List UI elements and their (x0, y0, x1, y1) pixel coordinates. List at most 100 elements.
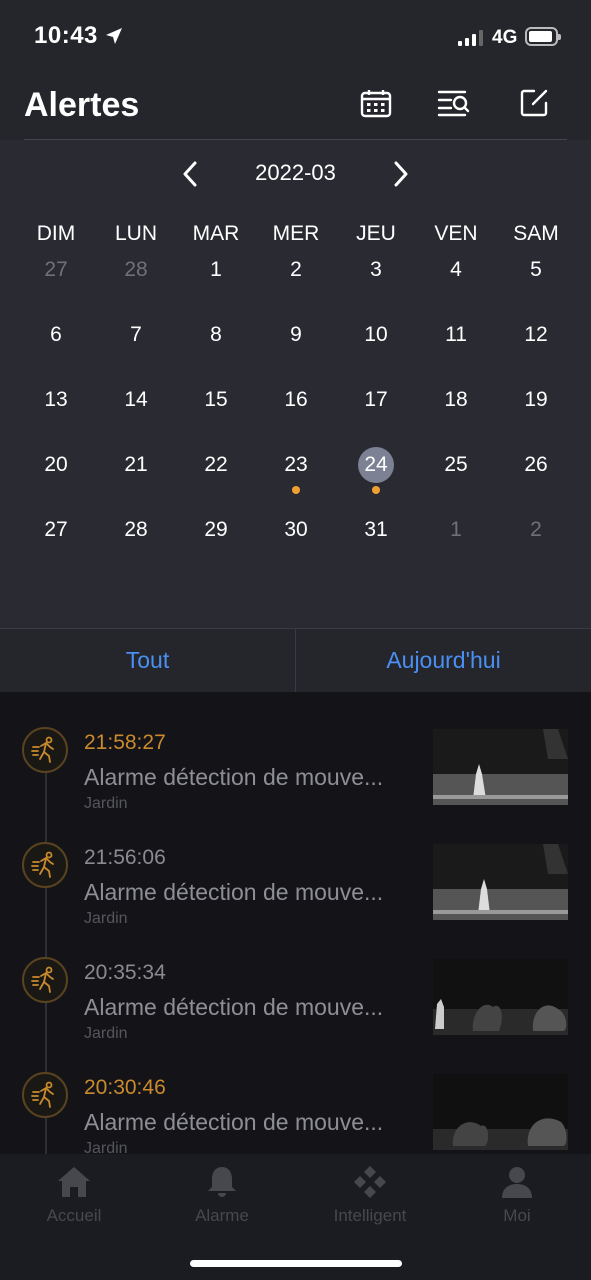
alert-thumbnail[interactable] (433, 1074, 568, 1150)
alert-thumbnail[interactable] (433, 959, 568, 1035)
day-number: 12 (524, 323, 548, 346)
calendar-day[interactable]: 18 (416, 378, 496, 443)
alert-thumbnail[interactable] (433, 729, 568, 805)
day-number: 9 (290, 323, 302, 346)
calendar-day[interactable]: 28 (96, 508, 176, 573)
motion-detection-icon (22, 842, 68, 888)
home-indicator (190, 1260, 402, 1267)
tab-label: Intelligent (333, 1206, 407, 1225)
calendar-day[interactable]: 2 (496, 508, 576, 573)
motion-detection-icon (22, 1072, 68, 1118)
all-filter-button[interactable]: Tout (0, 629, 296, 692)
day-number: 10 (364, 323, 388, 346)
person-icon (502, 1167, 532, 1198)
alert-dot-indicator (372, 486, 380, 494)
month-label: 2022-03 (255, 160, 336, 185)
calendar-day[interactable]: 13 (16, 378, 96, 443)
calendar-day[interactable]: 22 (176, 443, 256, 508)
calendar-button[interactable] (359, 86, 393, 120)
alert-description: Alarme détection de mouve... (84, 994, 384, 1020)
calendar-day[interactable]: 7 (96, 313, 176, 378)
calendar-day[interactable]: 4 (416, 248, 496, 313)
calendar-day[interactable]: 5 (496, 248, 576, 313)
day-number: 15 (204, 388, 228, 411)
day-number: 22 (204, 453, 228, 476)
calendar-day[interactable]: 25 (416, 443, 496, 508)
calendar-day[interactable]: 1 (416, 508, 496, 573)
day-number: 28 (124, 518, 148, 541)
day-number: 2 (290, 258, 302, 281)
next-month-button[interactable] (386, 158, 416, 190)
calendar-day[interactable]: 8 (176, 313, 256, 378)
day-number: 13 (44, 388, 68, 411)
calendar-day[interactable]: 19 (496, 378, 576, 443)
alert-description: Alarme détection de mouve... (84, 1109, 384, 1135)
tab-accueil[interactable]: Accueil (0, 1164, 148, 1226)
motion-detection-icon (22, 727, 68, 773)
calendar-day[interactable]: 1 (176, 248, 256, 313)
day-number: 6 (50, 323, 62, 346)
tab-alarme[interactable]: Alarme (148, 1164, 296, 1226)
calendar-day[interactable]: 6 (16, 313, 96, 378)
weekday-label: LUN (114, 222, 157, 245)
alert-item[interactable]: 20:30:46 Alarme détection de mouve... Ja… (0, 1037, 591, 1154)
header: Alertes (0, 70, 591, 140)
calendar-day[interactable]: 14 (96, 378, 176, 443)
home-icon (58, 1167, 90, 1197)
calendar-day[interactable]: 27 (16, 248, 96, 313)
alert-item[interactable]: 21:58:27 Alarme détection de mouve... Ja… (0, 692, 591, 812)
day-number: 1 (450, 518, 462, 541)
alert-item[interactable]: 20:35:34 Alarme détection de mouve... Ja… (0, 922, 591, 1042)
edit-button[interactable] (517, 86, 551, 120)
alert-time: 20:35:34 (84, 961, 166, 984)
list-search-icon (437, 90, 470, 117)
day-number: 8 (210, 323, 222, 346)
chevron-right-icon (394, 161, 408, 187)
day-number: 3 (370, 258, 382, 281)
day-number: 31 (364, 518, 388, 541)
day-number: 21 (124, 453, 148, 476)
today-filter-button[interactable]: Aujourd'hui (296, 629, 591, 692)
motion-detection-icon (22, 957, 68, 1003)
calendar-day[interactable]: 20 (16, 443, 96, 508)
alert-list[interactable]: 21:58:27 Alarme détection de mouve... Ja… (0, 692, 591, 1154)
weekday-label: JEU (356, 222, 396, 245)
calendar-day[interactable]: 10 (336, 313, 416, 378)
calendar-day[interactable]: 31 (336, 508, 416, 573)
calendar-day[interactable]: 15 (176, 378, 256, 443)
calendar-day[interactable]: 29 (176, 508, 256, 573)
weekday-label: MER (272, 222, 320, 245)
tab-label: Accueil (46, 1206, 102, 1225)
calendar-day[interactable]: 21 (96, 443, 176, 508)
calendar-day[interactable]: 26 (496, 443, 576, 508)
calendar-day[interactable]: 3 (336, 248, 416, 313)
tab-intelligent[interactable]: Intelligent (296, 1164, 444, 1226)
filter-bar: Tout Aujourd'hui (0, 628, 591, 692)
day-number: 2 (530, 518, 542, 541)
calendar-day[interactable]: 12 (496, 313, 576, 378)
calendar-day[interactable]: 11 (416, 313, 496, 378)
weekday-label: VEN (434, 222, 478, 245)
calendar-day[interactable]: 9 (256, 313, 336, 378)
calendar-day[interactable]: 16 (256, 378, 336, 443)
tab-moi[interactable]: Moi (443, 1164, 591, 1226)
location-arrow-icon (106, 28, 122, 44)
calendar-day-selected[interactable]: 24 (336, 443, 416, 508)
calendar-day[interactable]: 28 (96, 248, 176, 313)
alert-thumbnail[interactable] (433, 844, 568, 920)
calendar-day[interactable]: 30 (256, 508, 336, 573)
filter-search-button[interactable] (437, 86, 471, 120)
weekday-label: MAR (192, 222, 240, 245)
calendar-day[interactable]: 2 (256, 248, 336, 313)
alert-item[interactable]: 21:56:06 Alarme détection de mouve... Ja… (0, 807, 591, 927)
calendar-day[interactable]: 27 (16, 508, 96, 573)
day-number: 19 (524, 388, 548, 411)
day-number: 4 (450, 258, 462, 281)
calendar-day[interactable]: 23 (256, 443, 336, 508)
weekday-label: SAM (513, 222, 559, 245)
day-number: 24 (358, 447, 394, 483)
battery-icon (525, 27, 561, 46)
calendar-day[interactable]: 17 (336, 378, 416, 443)
day-number: 1 (210, 258, 222, 281)
alert-description: Alarme détection de mouve... (84, 879, 384, 905)
